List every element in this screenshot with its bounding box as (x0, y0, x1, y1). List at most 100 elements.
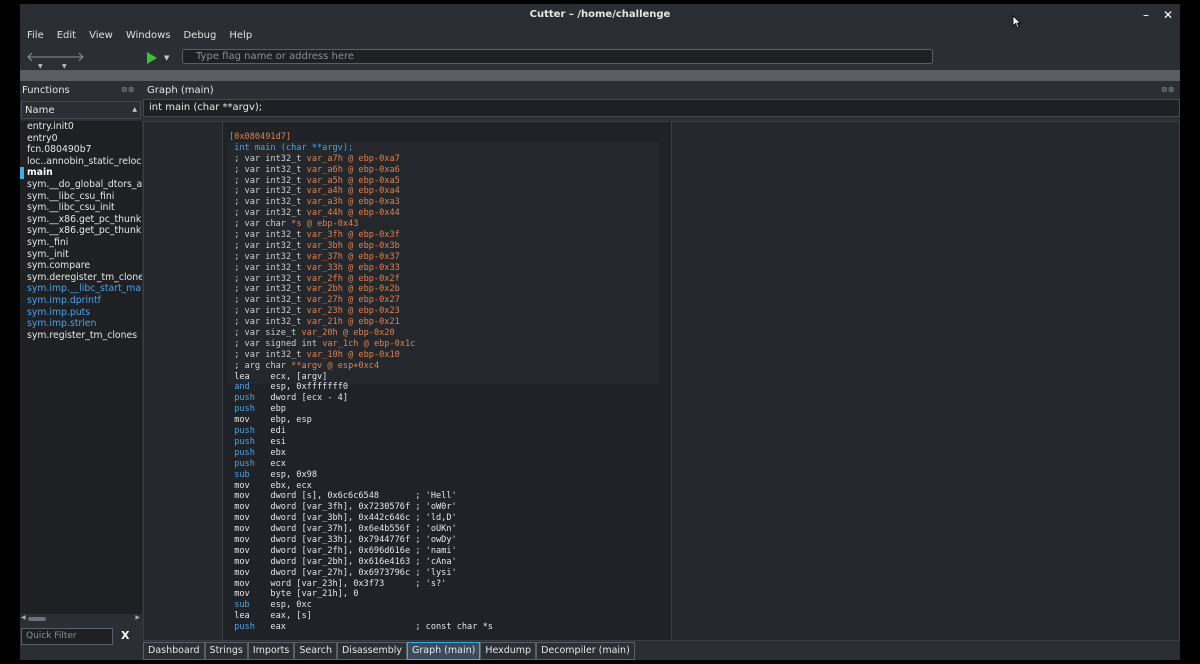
instruction-line[interactable]: mov dword [var_27h], 0x6973796c ; 'lysi' (229, 568, 493, 579)
flag-search-input[interactable]: Type flag name or address here (182, 49, 933, 64)
instruction-line[interactable]: sub esp, 0x98 (229, 470, 493, 481)
instruction-line[interactable]: mov ebx, ecx (229, 481, 493, 492)
function-list-item[interactable]: sym.__do_global_dtors_aux (20, 179, 142, 191)
instruction-line[interactable]: mov dword [var_3bh], 0x442c646c ; 'ld,D' (229, 513, 493, 524)
function-list-item[interactable]: fcn.080490b7 (20, 144, 142, 156)
instruction-line[interactable]: push esi (229, 437, 493, 448)
scroll-right-icon[interactable]: ▶ (135, 614, 140, 621)
function-signature[interactable]: int main (char **argv); (143, 99, 1180, 117)
instruction-line[interactable]: lea ecx, [argv] (229, 372, 493, 383)
var-line[interactable]: ; var signed int var_1ch @ ebp-0x1c (229, 339, 493, 350)
instruction-line[interactable]: mov word [var_23h], 0x3f73 ; 's?' (229, 579, 493, 590)
instruction-line[interactable]: mov dword [s], 0x6c6c6548 ; 'Hell' (229, 491, 493, 502)
var-line[interactable]: ; arg char **argv @ esp+0xc4 (229, 361, 493, 372)
instruction-line[interactable]: mov dword [var_2fh], 0x696d616e ; 'nami' (229, 546, 493, 557)
scroll-left-icon[interactable]: ◀ (21, 614, 26, 621)
minimize-button[interactable]: – (1138, 7, 1154, 23)
graph-node-main[interactable]: [0x080491d7] int main (char **argv); ; v… (222, 122, 672, 640)
instruction-line[interactable]: push ecx (229, 459, 493, 470)
var-line[interactable]: ; var int32_t var_27h @ ebp-0x27 (229, 295, 493, 306)
var-line[interactable]: ; var int32_t var_3bh @ ebp-0x3b (229, 241, 493, 252)
var-line[interactable]: ; var int32_t var_2bh @ ebp-0x2b (229, 284, 493, 295)
menu-item-windows[interactable]: Windows (119, 28, 177, 41)
function-list-item[interactable]: sym.__x86.get_pc_thunk.bp (20, 214, 142, 226)
tab-dashboard[interactable]: Dashboard (143, 642, 205, 660)
graph-canvas[interactable]: [0x080491d7] int main (char **argv); ; v… (143, 121, 1180, 641)
instruction-line[interactable]: lea eax, [s] (229, 611, 493, 622)
instruction-line[interactable]: push edi (229, 426, 493, 437)
var-line[interactable]: ; var int32_t var_2fh @ ebp-0x2f (229, 274, 493, 285)
scrollbar-thumb[interactable] (28, 617, 46, 621)
tab-strings[interactable]: Strings (204, 642, 248, 660)
function-list-item[interactable]: entry.init0 (20, 121, 142, 133)
var-line[interactable]: ; var int32_t var_a4h @ ebp-0xa4 (229, 186, 493, 197)
var-line[interactable]: ; var int32_t var_a3h @ ebp-0xa3 (229, 197, 493, 208)
var-location: @ ebp-0xa7 (348, 153, 400, 164)
tab-disassembly[interactable]: Disassembly (336, 642, 407, 660)
var-line[interactable]: ; var int32_t var_37h @ ebp-0x37 (229, 252, 493, 263)
play-icon[interactable] (145, 50, 159, 66)
var-line[interactable]: ; var int32_t var_3fh @ ebp-0x3f (229, 230, 493, 241)
horizontal-scrollbar[interactable]: ◀ ▶ (20, 614, 142, 623)
var-line[interactable]: ; var int32_t var_23h @ ebp-0x23 (229, 306, 493, 317)
address-line[interactable]: [0x080491d7] (229, 132, 493, 143)
var-line[interactable]: ; var int32_t var_a5h @ ebp-0xa5 (229, 176, 493, 187)
menu-item-view[interactable]: View (82, 28, 119, 41)
close-button[interactable]: ✕ (1160, 7, 1176, 23)
menu-item-edit[interactable]: Edit (50, 28, 82, 41)
function-list-item[interactable]: sym.imp.__libc_start_main (20, 283, 142, 295)
function-list-item[interactable]: sym.imp.puts (20, 307, 142, 319)
function-list-item[interactable]: sym.__x86.get_pc_thunk.bx (20, 225, 142, 237)
instruction-line[interactable]: push ebp (229, 404, 493, 415)
instruction-line[interactable]: mov dword [var_33h], 0x7944776f ; 'owDy' (229, 535, 493, 546)
instruction-line[interactable]: push ebx (229, 448, 493, 459)
function-list-item[interactable]: loc..annobin_static_reloc.c (20, 156, 142, 168)
declaration-line[interactable]: int main (char **argv); (229, 143, 493, 154)
instruction-line[interactable]: sub esp, 0xc (229, 600, 493, 611)
chevron-down-icon[interactable]: ▼ (164, 54, 169, 62)
panel-float-close-icons[interactable]: ⊚⊗ (121, 85, 134, 94)
menu-item-debug[interactable]: Debug (176, 28, 222, 41)
var-line[interactable]: ; var int32_t var_21h @ ebp-0x21 (229, 317, 493, 328)
var-line[interactable]: ; var size_t var_20h @ ebp-0x20 (229, 328, 493, 339)
menu-item-file[interactable]: File (20, 28, 50, 41)
var-line[interactable]: ; var int32_t var_10h @ ebp-0x10 (229, 350, 493, 361)
tab-decompiler-main[interactable]: Decompiler (main) (536, 642, 635, 660)
quick-filter-input[interactable]: Quick Filter (21, 628, 113, 645)
function-list-item[interactable]: sym.imp.dprintf (20, 295, 142, 307)
tab-search[interactable]: Search (294, 642, 337, 660)
var-line[interactable]: ; var int32_t var_a7h @ ebp-0xa7 (229, 154, 493, 165)
function-list-item[interactable]: sym.imp.strlen (20, 318, 142, 330)
function-list-item[interactable]: sym.__libc_csu_init (20, 202, 142, 214)
quick-filter-close-button[interactable]: X (121, 629, 129, 642)
instruction-line[interactable]: mov dword [var_37h], 0x6e4b556f ; 'oUKn' (229, 524, 493, 535)
menu-item-help[interactable]: Help (222, 28, 258, 41)
function-list-item[interactable]: sym._fini (20, 237, 142, 249)
instruction-line[interactable]: mov ebp, esp (229, 415, 493, 426)
instruction-line[interactable]: mov byte [var_21h], 0 (229, 589, 493, 600)
forward-arrow-icon[interactable]: 🡒 ▼ (50, 50, 85, 70)
function-list-item[interactable]: sym._init (20, 249, 142, 261)
var-line[interactable]: ; var int32_t var_44h @ ebp-0x44 (229, 208, 493, 219)
function-list-item[interactable]: sym.__libc_csu_fini (20, 191, 142, 203)
var-line[interactable]: ; var int32_t var_33h @ ebp-0x33 (229, 263, 493, 274)
name-column-header[interactable]: Name ▲ (21, 101, 141, 119)
var-line[interactable]: ; var char *s @ ebp-0x43 (229, 219, 493, 230)
function-list-item[interactable]: sym.register_tm_clones (20, 330, 142, 342)
instruction-line[interactable]: and esp, 0xfffffff0 (229, 382, 493, 393)
instruction-line[interactable]: push eax ; const char *s (229, 622, 493, 633)
back-arrow-icon[interactable]: 🡐 ▼ (26, 50, 61, 70)
tab-hexdump[interactable]: Hexdump (480, 642, 537, 660)
instruction-line[interactable]: mov dword [var_3fh], 0x7230576f ; 'oW0r' (229, 502, 493, 513)
functions-panel: Functions ⊚⊗ Name ▲ entry.init0 entry0 fcn… (20, 82, 142, 660)
tab-graph-main[interactable]: Graph (main) (407, 642, 481, 660)
function-list-item[interactable]: sym.compare (20, 260, 142, 272)
instruction-line[interactable]: push dword [ecx - 4] (229, 393, 493, 404)
instruction-line[interactable]: mov dword [var_2bh], 0x616e4163 ; 'cAna' (229, 557, 493, 568)
function-list-item[interactable]: entry0 (20, 133, 142, 145)
function-list-item[interactable]: sym.deregister_tm_clones (20, 272, 142, 284)
panel-float-close-icons[interactable]: ⊚⊗ (1161, 85, 1174, 94)
function-list-item[interactable]: main (20, 167, 142, 179)
var-line[interactable]: ; var int32_t var_a6h @ ebp-0xa6 (229, 165, 493, 176)
tab-imports[interactable]: Imports (247, 642, 295, 660)
